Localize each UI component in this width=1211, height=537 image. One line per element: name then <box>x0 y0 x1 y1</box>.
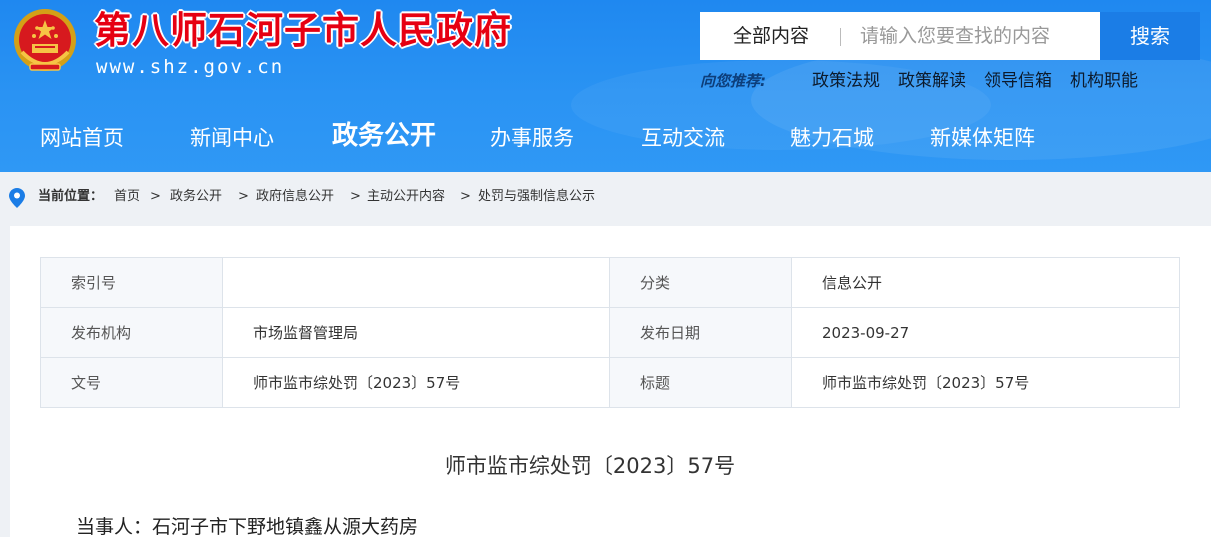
quick-link-institution-functions[interactable]: 机构职能 <box>1070 69 1138 93</box>
meta-key-category: 分类 <box>609 257 792 308</box>
meta-value-publisher: 市场监督管理局 <box>222 307 610 358</box>
meta-key-publish-date: 发布日期 <box>609 307 792 358</box>
breadcrumb-label: 当前位置： <box>38 189 104 204</box>
quick-link-policy-regulations[interactable]: 政策法规 <box>812 69 880 93</box>
breadcrumb: 当前位置： 首页 > 政务公开 > 政府信息公开 > 主动公开内容 > 处罚与强… <box>0 172 1211 222</box>
meta-value-title: 师市监市综处罚〔2023〕57号 <box>791 357 1180 408</box>
meta-value-category: 信息公开 <box>791 257 1180 308</box>
site-title[interactable]: 第八师石河子市人民政府 <box>94 8 512 54</box>
table-row: 发布机构 市场监督管理局 发布日期 2023-09-27 <box>40 307 1180 358</box>
national-emblem-icon <box>14 9 76 71</box>
site-url: www.shz.gov.cn <box>96 56 285 78</box>
document-title: 师市监市综处罚〔2023〕57号 <box>444 454 736 478</box>
nav-item-new-media[interactable]: 新媒体矩阵 <box>930 112 1035 164</box>
search-input[interactable] <box>860 20 1090 52</box>
nav-item-charm-city[interactable]: 魅力石城 <box>790 112 874 164</box>
table-row: 文号 师市监市综处罚〔2023〕57号 标题 师市监市综处罚〔2023〕57号 <box>40 357 1180 408</box>
breadcrumb-item-penalty-info[interactable]: 处罚与强制信息公示 <box>478 187 595 207</box>
nav-item-interaction[interactable]: 互动交流 <box>641 112 725 164</box>
quick-link-leader-mailbox[interactable]: 领导信箱 <box>984 69 1052 93</box>
document-party: 当事人：石河子市下野地镇鑫从源大药房 <box>76 516 419 537</box>
document-meta-table: 索引号 分类 信息公开 发布机构 市场监督管理局 发布日期 2023-09-27… <box>40 257 1180 408</box>
main-nav: 网站首页 新闻中心 政务公开 办事服务 互动交流 魅力石城 新媒体矩阵 <box>0 112 1211 164</box>
quick-link-policy-interpretation[interactable]: 政策解读 <box>898 69 966 93</box>
site-header: 第八师石河子市人民政府 www.shz.gov.cn 全部内容 搜索 向您推荐:… <box>0 0 1211 172</box>
breadcrumb-separator: > <box>460 189 471 204</box>
breadcrumb-item-active-disclosure[interactable]: 主动公开内容 <box>367 187 445 207</box>
table-row: 索引号 分类 信息公开 <box>40 257 1180 308</box>
meta-key-doc-number: 文号 <box>40 357 223 408</box>
nav-item-news[interactable]: 新闻中心 <box>190 112 274 164</box>
location-pin-icon <box>9 188 25 208</box>
meta-key-index: 索引号 <box>40 257 223 308</box>
breadcrumb-item-gov-info-disclosure[interactable]: 政府信息公开 <box>256 187 334 207</box>
nav-item-services[interactable]: 办事服务 <box>490 112 574 164</box>
nav-item-government-affairs[interactable]: 政务公开 <box>332 110 436 162</box>
meta-value-publish-date: 2023-09-27 <box>791 307 1180 358</box>
meta-key-title: 标题 <box>609 357 792 408</box>
breadcrumb-separator: > <box>238 189 249 204</box>
search-box: 全部内容 <box>700 12 1100 60</box>
breadcrumb-item-home[interactable]: 首页 <box>114 187 140 207</box>
nav-item-home[interactable]: 网站首页 <box>40 112 124 164</box>
search-scope-select[interactable]: 全部内容 <box>700 12 842 60</box>
search-button[interactable]: 搜索 <box>1100 12 1200 60</box>
quick-links: 政策法规 政策解读 领导信箱 机构职能 <box>812 69 1138 93</box>
recommend-label: 向您推荐: <box>700 72 766 90</box>
meta-value-index <box>222 257 610 308</box>
breadcrumb-item-government-affairs[interactable]: 政务公开 <box>170 187 222 207</box>
meta-key-publisher: 发布机构 <box>40 307 223 358</box>
breadcrumb-separator: > <box>150 189 161 204</box>
breadcrumb-separator: > <box>350 189 361 204</box>
content-card: 索引号 分类 信息公开 发布机构 市场监督管理局 发布日期 2023-09-27… <box>10 226 1211 537</box>
meta-value-doc-number: 师市监市综处罚〔2023〕57号 <box>222 357 610 408</box>
search-divider <box>840 28 841 46</box>
